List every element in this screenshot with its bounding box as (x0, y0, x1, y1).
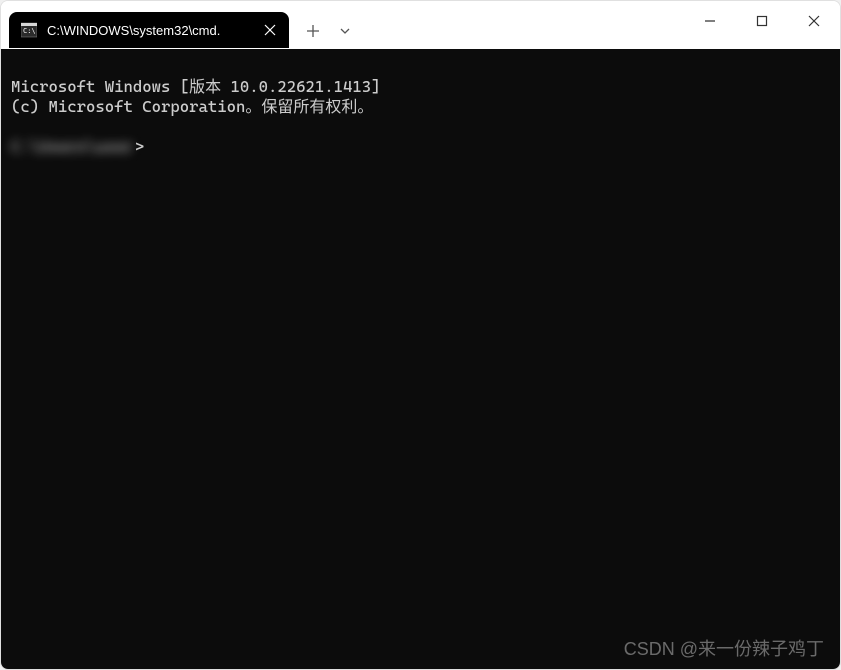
prompt-cursor: > (135, 137, 144, 157)
tab-cmd[interactable]: C:\ C:\WINDOWS\system32\cmd. (9, 12, 289, 48)
cmd-icon: C:\ (21, 22, 37, 38)
maximize-button[interactable] (736, 1, 788, 41)
tab-title: C:\WINDOWS\system32\cmd. (47, 23, 251, 38)
titlebar: C:\ C:\WINDOWS\system32\cmd. (1, 1, 840, 49)
prompt-path-blurred: C:\Users\user (11, 137, 133, 157)
terminal-output[interactable]: Microsoft Windows [版本 10.0.22621.1413] (… (1, 49, 840, 669)
close-window-button[interactable] (788, 1, 840, 41)
new-tab-button[interactable] (297, 15, 329, 47)
window-controls (684, 1, 840, 41)
watermark: CSDN @来一份辣子鸡丁 (624, 639, 824, 659)
minimize-button[interactable] (684, 1, 736, 41)
tabs-area: C:\ C:\WINDOWS\system32\cmd. (1, 1, 361, 49)
close-tab-button[interactable] (261, 21, 279, 39)
terminal-line: (c) Microsoft Corporation。保留所有权利。 (11, 97, 373, 116)
tab-dropdown-button[interactable] (329, 15, 361, 47)
svg-text:C:\: C:\ (23, 27, 36, 35)
prompt-line: C:\Users\user> (11, 137, 830, 157)
terminal-window: C:\ C:\WINDOWS\system32\cmd. (0, 0, 841, 670)
terminal-line: Microsoft Windows [版本 10.0.22621.1413] (11, 77, 381, 96)
